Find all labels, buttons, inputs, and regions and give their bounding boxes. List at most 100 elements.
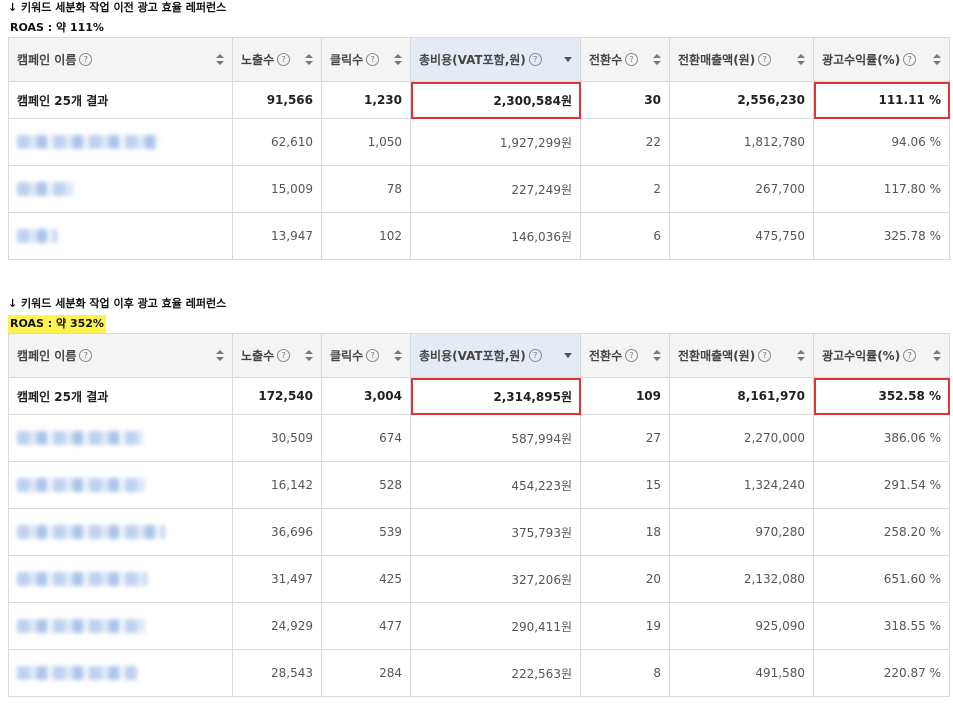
campaign-name-redacted[interactable]: [8, 414, 233, 462]
total-row: 캠페인 25개 결과 172,540 3,004 2,314,895원 109 …: [8, 377, 950, 415]
table-row[interactable]: 16,142 528 454,223원 15 1,324,240 291.54 …: [8, 461, 950, 509]
help-icon[interactable]: ?: [903, 349, 917, 362]
sort-icon[interactable]: [653, 54, 661, 65]
total-clicks: 1,230: [321, 81, 411, 119]
col-label: 캠페인 이름: [17, 53, 77, 67]
sort-icon[interactable]: [305, 350, 313, 361]
roas-cell: 386.06 %: [813, 414, 950, 462]
redacted-text: [17, 229, 57, 244]
sort-icon[interactable]: [933, 54, 941, 65]
help-icon[interactable]: ?: [903, 53, 917, 66]
help-icon[interactable]: ?: [625, 349, 639, 362]
help-icon[interactable]: ?: [277, 349, 291, 362]
col-label: 광고수익률(%): [822, 349, 901, 363]
sort-icon[interactable]: [797, 54, 805, 65]
before-section: ↓ 키워드 세분화 작업 이전 광고 효율 레퍼런스 ROAS : 약 111%…: [8, 0, 950, 260]
help-icon[interactable]: ?: [79, 53, 93, 66]
col-label: 전환수: [589, 53, 623, 67]
col-label: 클릭수: [330, 53, 364, 67]
conversions-cell: 2: [580, 165, 670, 213]
sort-icon[interactable]: [933, 350, 941, 361]
table-row[interactable]: 31,497 425 327,206원 20 2,132,080 651.60 …: [8, 555, 950, 603]
help-icon[interactable]: ?: [366, 349, 380, 362]
cost-cell: 1,927,299원: [410, 118, 581, 166]
clicks-cell: 425: [321, 555, 411, 603]
col-roas[interactable]: 광고수익률(%)?: [813, 333, 950, 378]
revenue-cell: 475,750: [669, 212, 814, 260]
col-conversions[interactable]: 전환수?: [580, 37, 670, 82]
table-row[interactable]: 62,610 1,050 1,927,299원 22 1,812,780 94.…: [8, 118, 950, 166]
redacted-text: [17, 572, 147, 587]
col-conversions[interactable]: 전환수?: [580, 333, 670, 378]
campaign-name-redacted[interactable]: [8, 555, 233, 603]
help-icon[interactable]: ?: [625, 53, 639, 66]
col-clicks[interactable]: 클릭수?: [321, 37, 411, 82]
campaign-name-redacted[interactable]: [8, 461, 233, 509]
before-campaign-table: 캠페인 이름? 노출수? 클릭수? 총비용(VAT포함,원)? 전환수? 전환매…: [8, 37, 950, 260]
col-label: 노출수: [241, 53, 275, 67]
campaign-name-redacted[interactable]: [8, 118, 233, 166]
sort-icon[interactable]: [216, 54, 224, 65]
campaign-name-redacted[interactable]: [8, 508, 233, 556]
impressions-cell: 16,142: [232, 461, 322, 509]
campaign-name-redacted[interactable]: [8, 602, 233, 650]
after-campaign-table: 캠페인 이름? 노출수? 클릭수? 총비용(VAT포함,원)? 전환수? 전환매…: [8, 333, 950, 697]
table-row[interactable]: 36,696 539 375,793원 18 970,280 258.20 %: [8, 508, 950, 556]
revenue-cell: 2,270,000: [669, 414, 814, 462]
help-icon[interactable]: ?: [79, 349, 93, 362]
revenue-cell: 970,280: [669, 508, 814, 556]
sort-icon[interactable]: [653, 350, 661, 361]
sort-icon[interactable]: [797, 350, 805, 361]
sort-desc-icon[interactable]: [564, 57, 572, 62]
help-icon[interactable]: ?: [528, 53, 542, 66]
sort-icon[interactable]: [394, 54, 402, 65]
cost-cell: 227,249원: [410, 165, 581, 213]
col-campaign-name[interactable]: 캠페인 이름?: [8, 333, 233, 378]
help-icon[interactable]: ?: [366, 53, 380, 66]
col-label: 전환매출액(원): [678, 53, 756, 67]
table-header-row: 캠페인 이름? 노출수? 클릭수? 총비용(VAT포함,원)? 전환수? 전환매…: [8, 333, 950, 378]
table-row[interactable]: 28,543 284 222,563원 8 491,580 220.87 %: [8, 649, 950, 697]
col-label: 클릭수: [330, 349, 364, 363]
table-row[interactable]: 30,509 674 587,994원 27 2,270,000 386.06 …: [8, 414, 950, 462]
conversions-cell: 8: [580, 649, 670, 697]
help-icon[interactable]: ?: [277, 53, 291, 66]
col-impressions[interactable]: 노출수?: [232, 333, 322, 378]
col-clicks[interactable]: 클릭수?: [321, 333, 411, 378]
sort-icon[interactable]: [394, 350, 402, 361]
impressions-cell: 30,509: [232, 414, 322, 462]
conversions-cell: 19: [580, 602, 670, 650]
clicks-cell: 477: [321, 602, 411, 650]
table-row[interactable]: 24,929 477 290,411원 19 925,090 318.55 %: [8, 602, 950, 650]
help-icon[interactable]: ?: [528, 349, 542, 362]
table-row[interactable]: 15,009 78 227,249원 2 267,700 117.80 %: [8, 165, 950, 213]
col-conversion-revenue[interactable]: 전환매출액(원)?: [669, 333, 814, 378]
conversions-cell: 15: [580, 461, 670, 509]
col-total-cost[interactable]: 총비용(VAT포함,원)?: [410, 333, 581, 378]
campaign-name-redacted[interactable]: [8, 212, 233, 260]
sort-icon[interactable]: [305, 54, 313, 65]
sort-icon[interactable]: [216, 350, 224, 361]
cost-cell: 454,223원: [410, 461, 581, 509]
col-total-cost[interactable]: 총비용(VAT포함,원)?: [410, 37, 581, 82]
col-conversion-revenue[interactable]: 전환매출액(원)?: [669, 37, 814, 82]
sort-desc-icon[interactable]: [564, 353, 572, 358]
col-roas[interactable]: 광고수익률(%)?: [813, 37, 950, 82]
help-icon[interactable]: ?: [758, 349, 772, 362]
roas-cell: 318.55 %: [813, 602, 950, 650]
col-label: 전환매출액(원): [678, 349, 756, 363]
after-roas-label: ROAS : 약 352%: [8, 315, 106, 333]
campaign-name-redacted[interactable]: [8, 649, 233, 697]
campaign-name-redacted[interactable]: [8, 165, 233, 213]
cost-cell: 290,411원: [410, 602, 581, 650]
cost-cell: 146,036원: [410, 212, 581, 260]
conversions-cell: 22: [580, 118, 670, 166]
help-icon[interactable]: ?: [758, 53, 772, 66]
table-row[interactable]: 13,947 102 146,036원 6 475,750 325.78 %: [8, 212, 950, 260]
col-campaign-name[interactable]: 캠페인 이름?: [8, 37, 233, 82]
col-impressions[interactable]: 노출수?: [232, 37, 322, 82]
redacted-text: [17, 478, 145, 493]
roas-cell: 258.20 %: [813, 508, 950, 556]
roas-cell: 117.80 %: [813, 165, 950, 213]
impressions-cell: 13,947: [232, 212, 322, 260]
